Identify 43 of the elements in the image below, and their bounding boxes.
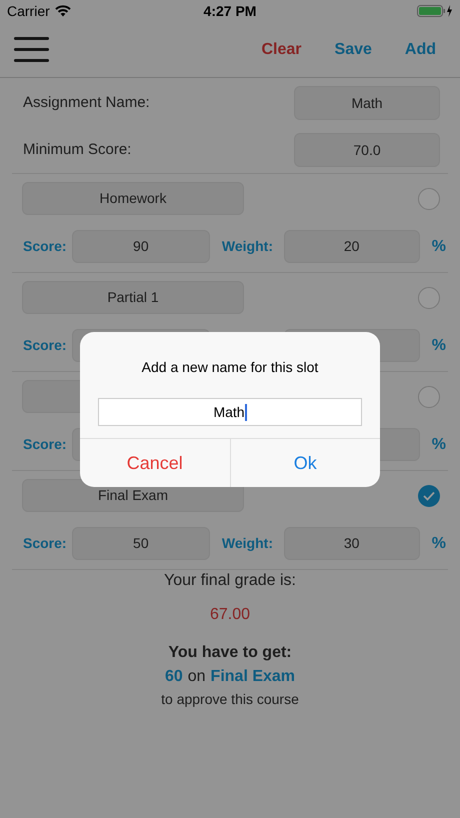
result-heading: Your final grade is:	[164, 571, 296, 591]
wifi-icon	[54, 5, 71, 17]
radio-button[interactable]	[418, 286, 440, 308]
percent-sign: %	[432, 236, 446, 256]
score-field[interactable]: 90	[72, 230, 210, 263]
radio-button[interactable]	[418, 188, 440, 210]
score-field[interactable]: 50	[72, 527, 210, 560]
nav-button[interactable]: Save	[334, 38, 372, 62]
score-label: Score:	[23, 435, 68, 454]
dialog-button[interactable]: Ok	[230, 439, 380, 487]
menu-icon[interactable]	[14, 37, 49, 62]
text-field[interactable]: Math	[98, 398, 362, 426]
requirement-text: You have to get:	[168, 643, 292, 663]
dialog-title: Add a new name for this slot	[140, 358, 320, 377]
weight-label: Weight:	[222, 237, 274, 256]
footer-text: to approve this course	[161, 690, 299, 709]
score-label: Score:	[23, 237, 68, 256]
status-time: 4:27 PM	[202, 2, 258, 20]
field-label: Assignment Name:	[23, 92, 150, 113]
battery-icon	[417, 4, 453, 18]
score-label: Score:	[23, 534, 68, 553]
input-field[interactable]: Math	[294, 86, 440, 120]
radio-button[interactable]	[418, 386, 440, 408]
percent-sign: %	[432, 534, 446, 554]
weight-field[interactable]: 30	[284, 527, 420, 560]
carrier-label: Carrier	[7, 2, 50, 20]
name-field[interactable]: Homework	[22, 182, 244, 215]
nav-button[interactable]: Add	[404, 38, 436, 62]
weight-field[interactable]: 20	[284, 230, 420, 263]
radio-button[interactable]	[418, 484, 440, 506]
name-field[interactable]: Partial 1	[22, 281, 244, 314]
final-grade: 67.00	[210, 605, 250, 625]
needed-score: 60	[164, 667, 183, 687]
target-name: Final Exam	[210, 667, 296, 687]
nav-button[interactable]: Clear	[261, 38, 302, 62]
weight-label: Weight:	[222, 534, 274, 553]
score-label: Score:	[23, 336, 68, 355]
percent-sign: %	[432, 434, 446, 454]
field-label: Minimum Score:	[23, 140, 132, 160]
connector-text: on	[188, 667, 206, 687]
percent-sign: %	[432, 336, 446, 356]
checkmark-icon	[423, 490, 435, 500]
input-field[interactable]: 70.0	[294, 133, 440, 167]
